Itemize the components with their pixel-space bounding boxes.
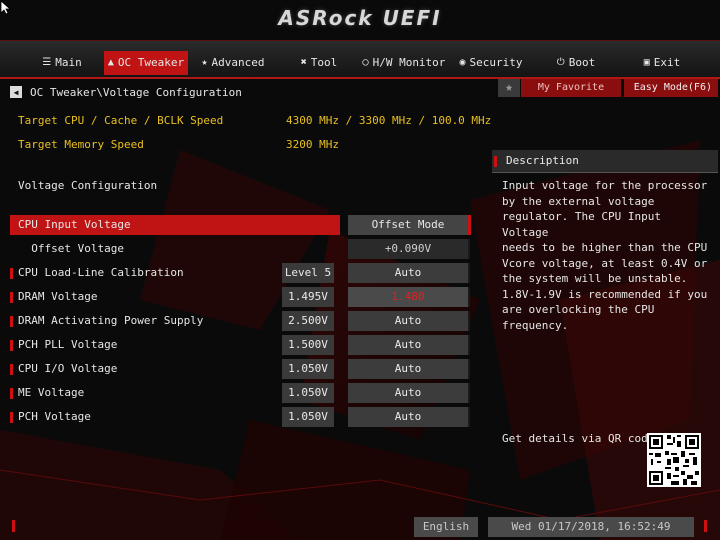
back-arrow-icon: ◀: [13, 87, 19, 97]
datetime-display: Wed 01/17/2018, 16:52:49: [488, 517, 694, 537]
footer-marker-left: [12, 520, 15, 532]
app-title: ASRock UEFI: [278, 6, 442, 30]
tab-oc-tweaker[interactable]: ▲ OC Tweaker: [104, 51, 188, 75]
tools-icon: ✖: [300, 57, 307, 68]
star-icon: ★: [201, 57, 208, 68]
section-title: Voltage Configuration: [18, 179, 158, 192]
info-value-memory-speed: 3200 MHz: [286, 138, 339, 151]
setting-label: PCH PLL Voltage: [18, 338, 118, 351]
shield-icon: ◉: [459, 57, 466, 68]
list-icon: ☰: [42, 57, 52, 68]
tab-advanced[interactable]: ★ Advanced: [198, 51, 268, 75]
row-marker: [10, 316, 13, 327]
tab-label: Advanced: [211, 56, 265, 69]
monitor-icon: ◯: [362, 57, 369, 68]
setting-label: CPU I/O Voltage: [18, 362, 118, 375]
exit-icon: ▣: [643, 57, 650, 68]
cpu-io-voltage-value: 1.050V: [282, 359, 334, 379]
breadcrumb-row: ◀ OC Tweaker\Voltage Configuration: [10, 84, 242, 100]
dram-voltage-option[interactable]: 1.480: [348, 287, 470, 307]
pch-voltage-value: 1.050V: [282, 407, 334, 427]
qr-code-icon: [647, 433, 701, 487]
dram-voltage-value: 1.495V: [282, 287, 334, 307]
breadcrumb: OC Tweaker\Voltage Configuration: [30, 85, 242, 99]
tab-exit[interactable]: ▣ Exit: [640, 51, 684, 75]
tab-hw-monitor[interactable]: ◯ H/W Monitor: [362, 51, 446, 75]
tab-security[interactable]: ◉ Security: [458, 51, 524, 75]
setting-label: CPU Input Voltage: [18, 218, 131, 231]
language-button[interactable]: English: [414, 517, 478, 537]
easy-mode-button[interactable]: Easy Mode(F6): [624, 79, 718, 97]
pch-voltage-option[interactable]: Auto: [348, 407, 470, 427]
description-title: Description: [506, 154, 579, 167]
flame-icon: ▲: [107, 57, 114, 68]
main-nav-bar: ☰ Main ▲ OC Tweaker ★ Advanced ✖ Tool ◯ …: [0, 40, 720, 79]
header-marker: [494, 156, 497, 167]
dram-activating-power-value: 2.500V: [282, 311, 334, 331]
tab-label: H/W Monitor: [372, 56, 446, 69]
info-label-cpu-speed: Target CPU / Cache / BCLK Speed: [18, 114, 224, 127]
tab-label: OC Tweaker: [117, 56, 185, 69]
mouse-cursor-icon: [1, 1, 11, 15]
row-marker: [10, 292, 13, 303]
dram-activating-power-option[interactable]: Auto: [348, 311, 470, 331]
description-header: Description: [492, 150, 718, 173]
setting-label: PCH Voltage: [18, 410, 91, 423]
setting-label: Offset Voltage: [18, 242, 124, 255]
setting-label: DRAM Voltage: [18, 290, 98, 303]
tab-label: Main: [55, 56, 82, 69]
tab-boot[interactable]: ⏻ Boot: [554, 51, 598, 75]
cpu-io-voltage-option[interactable]: Auto: [348, 359, 470, 379]
tab-label: Tool: [310, 56, 338, 69]
my-favorite-button[interactable]: My Favorite: [521, 79, 621, 97]
qr-label: Get details via QR code: [502, 432, 655, 445]
row-marker: [10, 220, 13, 231]
power-icon: ⏻: [556, 57, 565, 68]
setting-label: DRAM Activating Power Supply: [18, 314, 204, 327]
cpu-llc-value: Level 5: [282, 263, 334, 283]
row-marker: [10, 268, 13, 279]
footer-marker-right: [704, 520, 707, 532]
cpu-input-voltage-option[interactable]: Offset Mode: [348, 215, 471, 235]
offset-voltage-option[interactable]: +0.090V: [348, 239, 470, 259]
setting-label: ME Voltage: [18, 386, 85, 399]
pch-pll-voltage-value: 1.500V: [282, 335, 334, 355]
tab-label: Exit: [653, 56, 681, 69]
info-label-memory-speed: Target Memory Speed: [18, 138, 144, 151]
tab-label: Security: [469, 56, 523, 69]
info-value-cpu-speed: 4300 MHz / 3300 MHz / 100.0 MHz: [286, 114, 492, 127]
setting-row-offset-voltage[interactable]: Offset Voltage: [10, 239, 340, 259]
me-voltage-value: 1.050V: [282, 383, 334, 403]
favorite-star-button[interactable]: ★: [498, 79, 520, 97]
row-marker: [10, 364, 13, 375]
cpu-llc-option[interactable]: Auto: [348, 263, 470, 283]
tab-main[interactable]: ☰ Main: [38, 51, 86, 75]
tab-tool[interactable]: ✖ Tool: [296, 51, 342, 75]
back-button[interactable]: ◀: [10, 86, 22, 98]
row-marker: [10, 340, 13, 351]
tab-label: Boot: [568, 56, 596, 69]
star-icon: ★: [505, 80, 513, 95]
row-marker: [10, 388, 13, 399]
setting-label: CPU Load-Line Calibration: [18, 266, 184, 279]
row-marker: [10, 412, 13, 423]
description-text: Input voltage for the processor by the e…: [502, 179, 708, 332]
pch-pll-voltage-option[interactable]: Auto: [348, 335, 470, 355]
me-voltage-option[interactable]: Auto: [348, 383, 470, 403]
setting-row-cpu-input-voltage[interactable]: CPU Input Voltage: [10, 215, 340, 235]
